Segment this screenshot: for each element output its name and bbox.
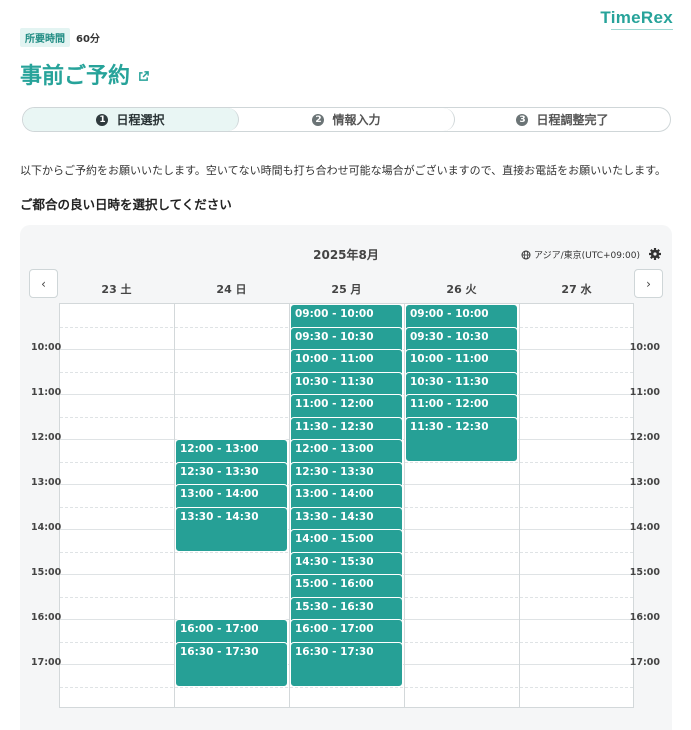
time-label-left: 15:00	[31, 567, 62, 578]
timezone-selector[interactable]: アジア/東京(UTC+09:00)	[521, 248, 640, 261]
time-label-right: 15:00	[629, 567, 660, 578]
external-link-icon[interactable]	[138, 70, 149, 82]
next-week-button[interactable]: ›	[634, 269, 663, 298]
time-grid: 12:00 - 13:00 12:30 - 13:30 13:00 - 14:00 1…	[59, 303, 634, 708]
time-label-right: 13:00	[629, 477, 660, 488]
time-slot-button[interactable]: 16:30 - 17:30	[290, 641, 403, 687]
day-header: 24 日	[216, 283, 247, 296]
intro-text: 以下からご予約をお願いいたします。空いてない時間も打ち合わせ可能な場合がございま…	[20, 164, 667, 177]
time-label-left: 12:00	[31, 432, 62, 443]
column-divider	[519, 304, 520, 707]
step-number-icon: 3	[516, 113, 529, 126]
day-header: 23 土	[101, 283, 132, 296]
time-label-right: 11:00	[629, 387, 660, 398]
step-complete: 3 日程調整完了	[455, 108, 670, 131]
time-label-right: 10:00	[629, 342, 660, 353]
step-label: 日程選択	[116, 113, 165, 127]
step-label: 日程調整完了	[536, 113, 609, 127]
day-header: 25 月	[331, 283, 362, 296]
gear-icon[interactable]	[648, 247, 662, 261]
time-label-right: 17:00	[629, 657, 660, 668]
time-label-right: 12:00	[629, 432, 660, 443]
calendar-panel: 2025年8月 アジア/東京(UTC+09:00) ‹ › 12:00 - 13…	[20, 225, 672, 730]
page-header: 事前ご予約	[20, 58, 149, 90]
duration-value: 60分	[76, 34, 100, 45]
step-label: 情報入力	[332, 113, 381, 127]
chevron-right-icon: ›	[646, 276, 651, 291]
time-label-left: 10:00	[31, 342, 62, 353]
globe-icon	[521, 250, 531, 259]
step-indicator: 1 日程選択 2 情報入力 3 日程調整完了	[22, 107, 671, 132]
timezone-label: アジア/東京(UTC+09:00)	[533, 251, 640, 261]
logo-underline	[611, 29, 673, 32]
time-label-left: 14:00	[31, 522, 62, 533]
time-label-right: 16:00	[629, 612, 660, 623]
day-header: 26 火	[446, 283, 477, 296]
chevron-left-icon: ‹	[41, 276, 46, 291]
day-header: 27 水	[561, 283, 592, 296]
time-label-left: 13:00	[31, 477, 62, 488]
grid-line	[60, 686, 633, 688]
step-info-input: 2 情報入力	[239, 108, 455, 131]
select-heading: ご都合の良い日時を選択してください	[20, 197, 232, 212]
time-slot-button[interactable]: 13:30 - 14:30	[175, 506, 288, 552]
prev-week-button[interactable]: ‹	[29, 269, 58, 298]
timerex-logo: TimeRex	[600, 8, 673, 32]
time-slot-button[interactable]: 11:30 - 12:30	[405, 416, 518, 462]
duration-info: 所要時間 60分	[20, 28, 100, 47]
step-number-icon: 1	[96, 113, 109, 126]
time-label-left: 11:00	[31, 387, 62, 398]
time-label-left: 16:00	[31, 612, 62, 623]
time-slot-button[interactable]: 16:30 - 17:30	[175, 641, 288, 687]
page-title: 事前ご予約	[20, 64, 131, 89]
step-number-icon: 2	[312, 113, 325, 126]
time-label-right: 14:00	[629, 522, 660, 533]
logo-text: TimeRex	[600, 8, 673, 27]
time-label-left: 17:00	[31, 657, 62, 668]
step-date-select: 1 日程選択	[23, 108, 239, 131]
duration-badge: 所要時間	[20, 28, 70, 47]
